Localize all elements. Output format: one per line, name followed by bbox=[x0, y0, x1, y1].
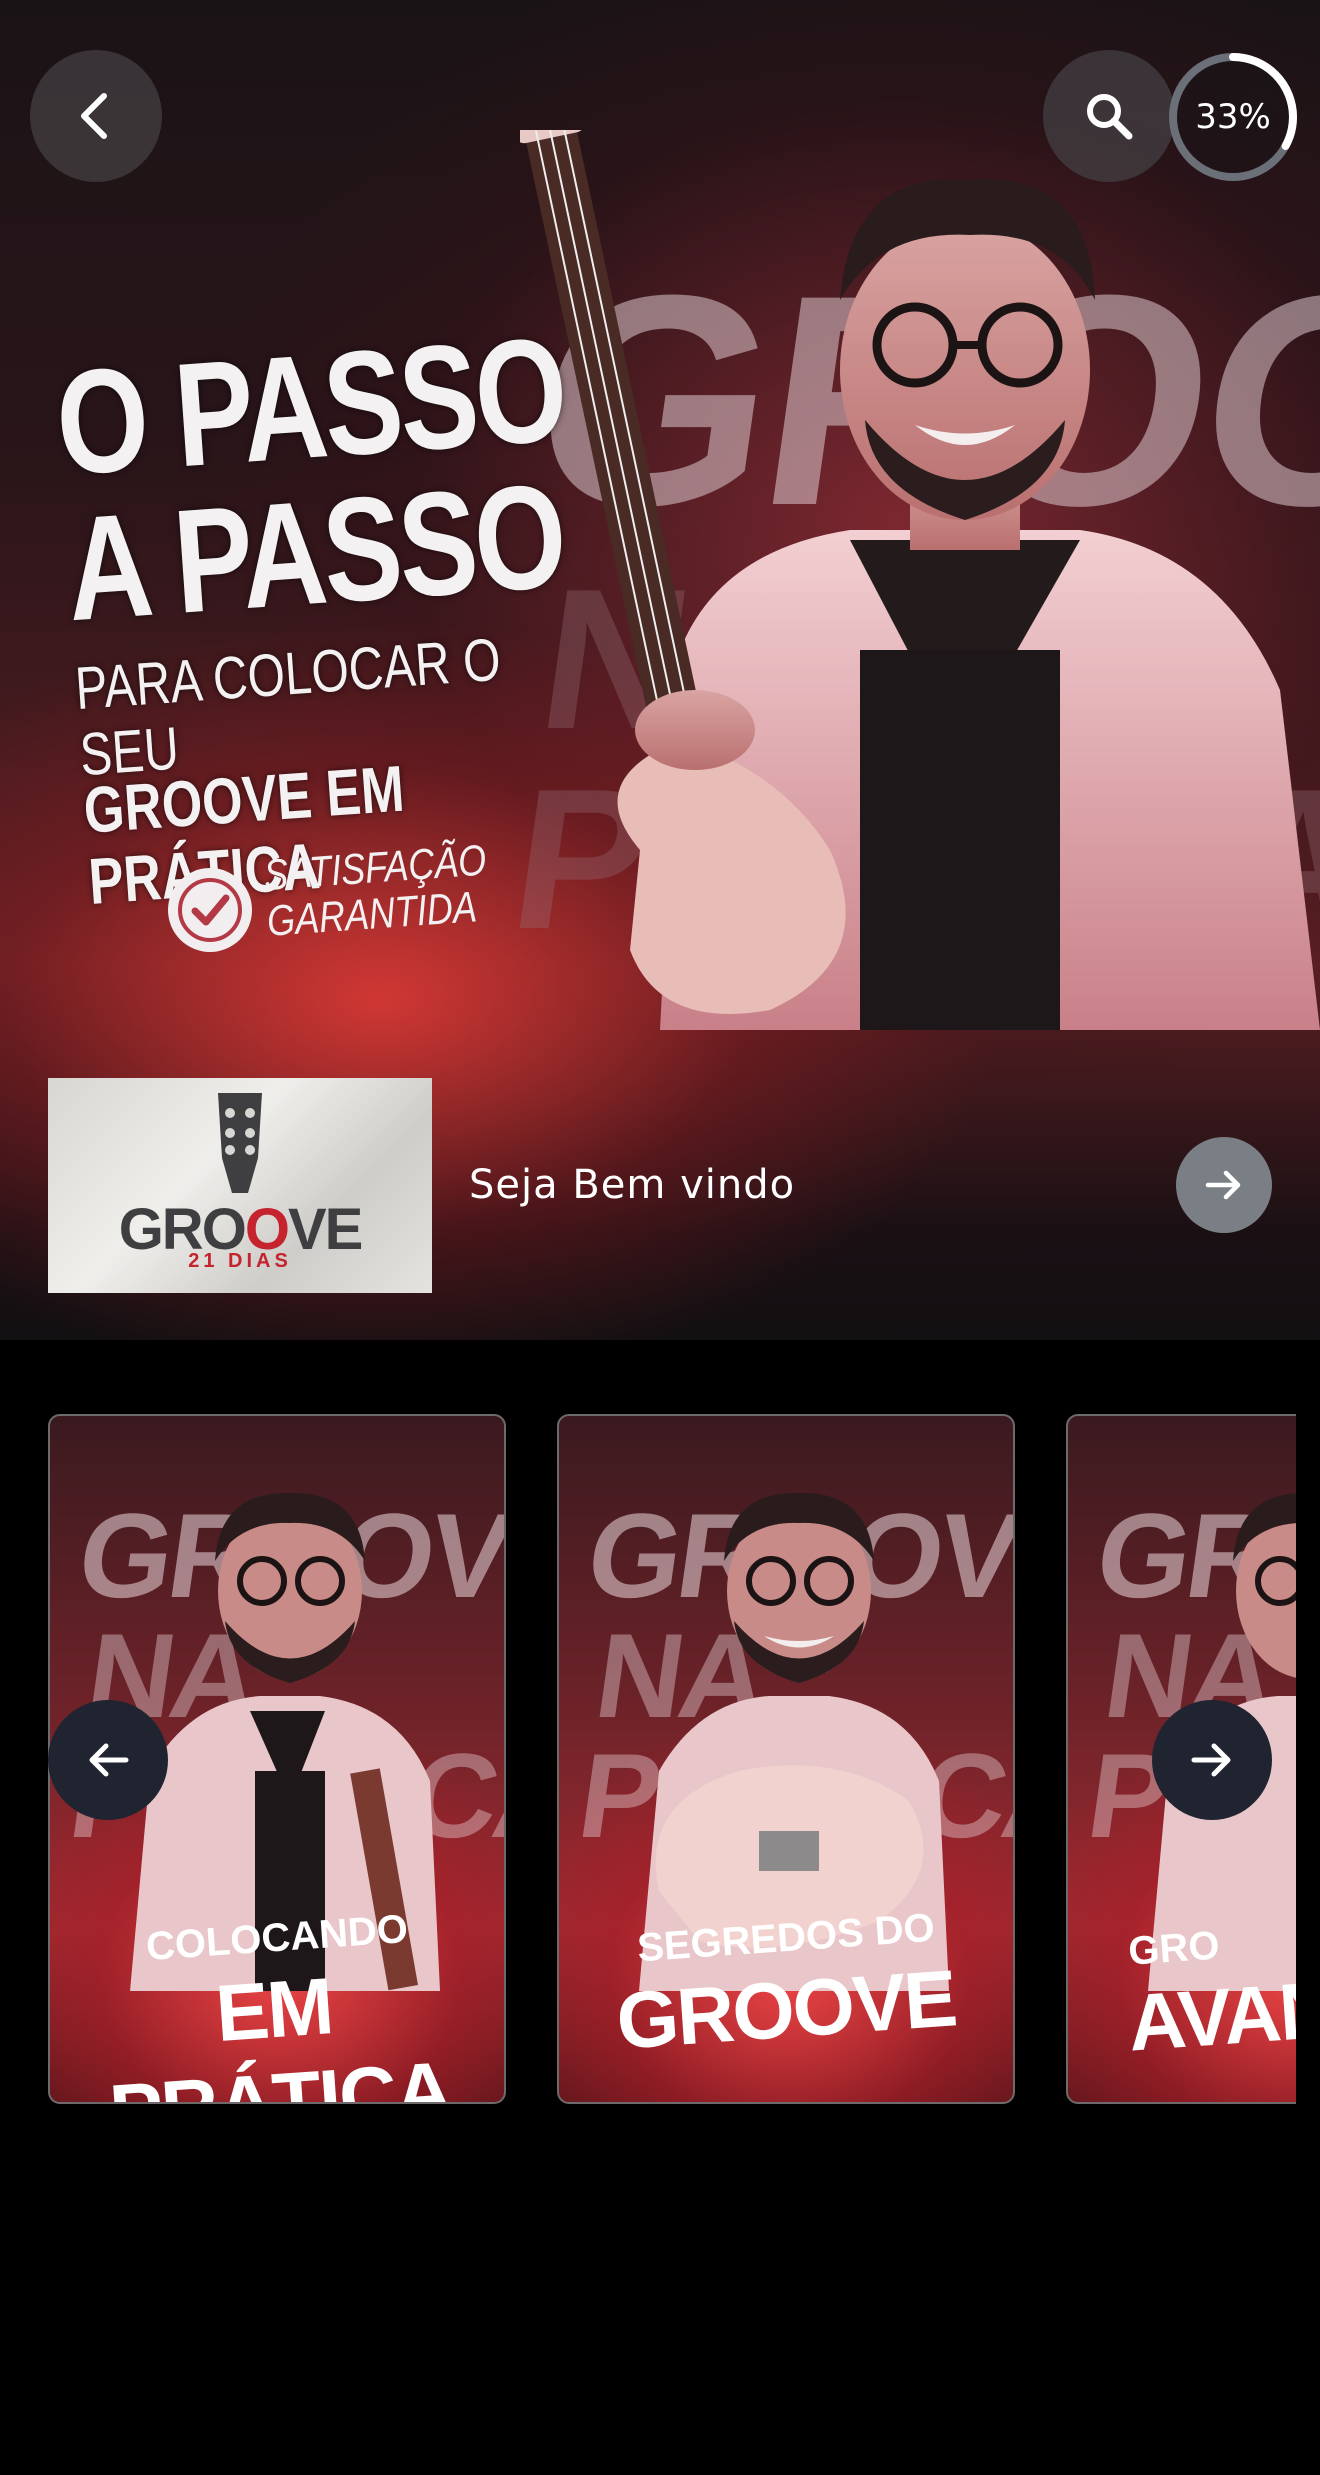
search-icon bbox=[1087, 94, 1133, 140]
hero-instructor-image bbox=[520, 130, 1320, 1030]
open-module-button[interactable] bbox=[1176, 1137, 1272, 1233]
module-title[interactable]: Seja Bem vindo bbox=[469, 1162, 795, 1208]
hero-headline: O PASSO A PASSO PARA COLOCAR O SEU GROOV… bbox=[51, 307, 609, 919]
headline-line-2: A PASSO bbox=[61, 453, 569, 653]
arrow-right-icon bbox=[1205, 1170, 1241, 1200]
modules-carousel[interactable]: GROOVE NA PRÁTICA COLOCANDO EM PRÁTICA G… bbox=[0, 1410, 1296, 2110]
arrow-right-icon bbox=[1191, 1743, 1231, 1777]
carousel-prev-button[interactable] bbox=[48, 1700, 168, 1820]
module-card[interactable]: GROOVE NA PRÁTICA SEGREDOS DO GROOVE bbox=[557, 1414, 1015, 2104]
guitar-headstock-icon bbox=[218, 1093, 262, 1193]
satisfaction-badge: SATISFAÇÃO GARANTIDA bbox=[262, 835, 490, 945]
back-button[interactable] bbox=[30, 50, 162, 182]
chevron-left-icon bbox=[81, 93, 107, 139]
check-seal-icon bbox=[168, 868, 252, 952]
progress-percent: 33% bbox=[1195, 97, 1271, 137]
carousel-next-button[interactable] bbox=[1152, 1700, 1272, 1820]
module-thumbnail[interactable]: GROOVE 21 DIAS bbox=[48, 1078, 432, 1293]
thumbnail-logo-subtitle: 21 DIAS bbox=[188, 1250, 292, 1272]
search-button[interactable] bbox=[1043, 50, 1175, 182]
arrow-left-icon bbox=[89, 1743, 129, 1777]
